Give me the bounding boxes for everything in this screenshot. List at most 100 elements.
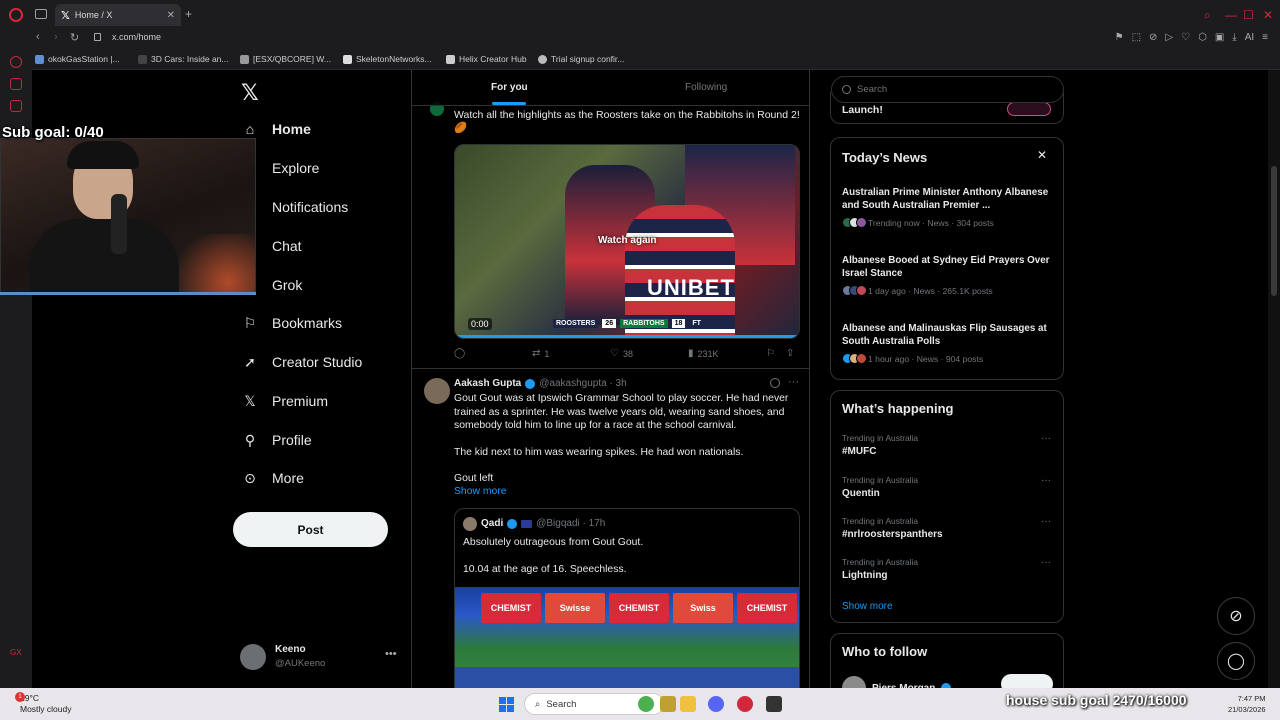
show-more-link[interactable]: Show more [842,601,893,612]
account-switcher[interactable]: Keeno @AUKeeno ••• [240,642,400,672]
adblock-icon[interactable]: ⊘ [1149,32,1157,43]
close-window-icon[interactable]: ✕ [1263,8,1273,22]
news-item[interactable]: Albanese and Malinauskas Flip Sausages a… [842,322,1052,364]
bookmark-item[interactable]: SkeletonNetworks... [343,54,432,64]
bookmark-favicon-icon [538,54,547,64]
taskbar-clock[interactable]: 7:47 PM 21/03/2026 [1228,693,1266,715]
aria-ai-button[interactable]: AI [1245,32,1254,43]
sidebar-aria-icon[interactable] [10,56,22,68]
bookmark-item[interactable]: 3D Cars: Inside an... [138,54,228,64]
tab-title: Home / X [74,10,113,20]
promo-button[interactable] [1007,102,1051,116]
app-icon[interactable] [660,696,676,712]
grok-explain-icon[interactable] [770,378,780,388]
messages-fab-icon[interactable]: ◯ [1217,642,1255,680]
scrollbar-thumb[interactable] [1271,166,1277,296]
watch-again-button[interactable]: Watch again [598,235,657,246]
weather-widget[interactable]: 1 19°C Mostly cloudy [15,692,72,715]
nav-profile[interactable]: ⚲ Profile [242,432,312,449]
windows-start-icon[interactable] [499,697,514,712]
avatar[interactable] [424,378,450,404]
video-time: 0:00 [468,318,492,330]
more-dots-icon[interactable]: ··· [1041,557,1051,568]
quoted-tweet[interactable]: Qadi @Bigqadi · 17h Absolutely outrageou… [454,508,800,688]
back-icon[interactable]: ‹ [36,31,40,43]
trend-item[interactable]: Trending in Australia #MUFC ··· [842,433,1057,457]
bookmark-item[interactable]: [ESX/QBCORE] W... [240,54,331,64]
close-icon[interactable]: ✕ [1037,148,1047,162]
maximize-icon[interactable]: ☐ [1243,8,1254,22]
app-icon[interactable] [638,696,654,712]
download-icon[interactable]: ⤓ [1232,32,1236,43]
wallet-icon[interactable]: ▣ [1215,32,1224,43]
nav-more[interactable]: ⊙ More [242,470,304,487]
more-dots-icon[interactable]: ··· [1041,516,1051,527]
discord-icon[interactable] [708,696,724,712]
trend-item[interactable]: Trending in Australia #nrlroosterspanthe… [842,516,1057,540]
author-name[interactable]: Aakash Gupta [454,378,521,389]
trend-category: Trending in Australia [842,557,919,567]
grok-fab-icon[interactable]: ⊘ [1217,597,1255,635]
file-explorer-icon[interactable] [680,696,696,712]
play-icon[interactable]: ▷ [1165,32,1173,43]
tab-close-icon[interactable]: ✕ [167,10,175,21]
tab-for-you[interactable]: For you [491,82,528,93]
retweet-button[interactable]: ⇄ 1 [532,348,549,359]
sub-goal-overlay: Sub goal: 0/40 [2,124,104,141]
nav-notifications[interactable]: ♪Notifications [242,199,349,215]
like-button[interactable]: ♡ 38 [610,348,633,359]
ad-banner: CHEMIST [481,593,541,623]
nav-home[interactable]: ⌂ Home [242,121,311,137]
tab-islands-icon[interactable] [35,9,47,19]
share-button[interactable]: ⇪ [786,348,794,359]
opera-gx-icon[interactable] [737,696,753,712]
x-home-logo-icon[interactable]: 𝕏 [241,80,259,106]
views-icon: ▮ [688,348,694,359]
bookmark-page-icon[interactable]: ⚑ [1115,32,1124,43]
show-more-link[interactable]: Show more [454,486,507,497]
section-title: Today’s News [842,150,928,165]
reload-icon[interactable]: ↻ [70,31,79,44]
lock-icon [94,33,101,41]
more-dots-icon[interactable]: ··· [788,376,799,388]
tweet-video[interactable]: UNIBET Watch again 0:00 ROOSTERS 26 RABB… [454,144,800,339]
heart-icon[interactable]: ♡ [1181,32,1190,43]
nav-bookmarks[interactable]: ⚐ Bookmarks [242,315,342,332]
trend-item[interactable]: Trending in Australia Lightning ··· [842,557,1057,581]
bookmarks-bar: okokGasStation |... 3D Cars: Inside an..… [0,48,1280,70]
menu-icon[interactable]: ≡ [1262,32,1268,43]
sidebar-gx-icon[interactable]: GX [10,648,22,660]
nav-premium[interactable]: 𝕏 Premium [242,393,328,410]
news-item[interactable]: Australian Prime Minister Anthony Albane… [842,186,1052,228]
bookmark-button[interactable]: ⚐ [766,348,775,359]
search-bar[interactable] [831,76,1064,103]
video-progress[interactable] [455,335,799,338]
scrollbar[interactable] [1268,70,1280,688]
url-field[interactable]: x.com/home [112,32,161,42]
more-dots-icon[interactable]: ··· [1041,475,1051,486]
bookmark-item[interactable]: Helix Creator Hub [446,54,527,64]
snapshot-icon[interactable]: ⬚ [1132,32,1141,43]
sidebar-workspace-icon[interactable] [10,78,22,90]
browser-tab-home[interactable]: 𝕏 Home / X ✕ [55,4,181,26]
news-item[interactable]: Albanese Booed at Sydney Eid Prayers Ove… [842,254,1052,296]
bookmark-item[interactable]: okokGasStation |... [35,54,120,64]
quote-image[interactable]: CHEMIST Swisse CHEMIST Swiss CHEMIST [455,587,799,688]
more-dots-icon[interactable]: ··· [1041,433,1051,444]
search-input[interactable] [857,84,1047,95]
nav-creator-studio[interactable]: ➚ Creator Studio [242,354,362,371]
reply-button[interactable]: ◯ [454,348,465,359]
extensions-icon[interactable]: ⬡ [1198,32,1207,43]
new-tab-icon[interactable]: + [185,7,192,21]
sidebar-messenger-icon[interactable] [10,100,22,112]
opera-logo-icon[interactable] [9,8,23,22]
search-tabs-icon[interactable]: ⌕ [1204,8,1211,23]
views-button[interactable]: ▮ 231K [688,348,719,359]
minimize-icon[interactable]: — [1225,8,1237,22]
terminal-icon[interactable] [766,696,782,712]
forward-icon[interactable]: › [54,31,58,43]
post-button[interactable]: Post [233,512,388,547]
trend-item[interactable]: Trending in Australia Quentin ··· [842,475,1057,499]
bookmark-item[interactable]: Trial signup confir... [538,54,624,64]
tab-following[interactable]: Following [685,82,727,93]
